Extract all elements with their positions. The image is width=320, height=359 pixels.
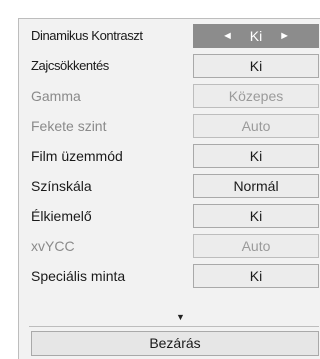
- setting-label: Zajcsökkentés: [31, 58, 109, 73]
- setting-label: Gamma: [31, 88, 81, 104]
- setting-value-button: Auto: [193, 114, 319, 138]
- setting-value-button[interactable]: ◄ Ki ►: [193, 24, 319, 48]
- setting-row-noise-reduction: Zajcsökkentés Ki: [19, 51, 320, 81]
- setting-label: Színskála: [31, 178, 92, 194]
- setting-value-button[interactable]: Normál: [193, 174, 319, 198]
- setting-row-gamma: Gamma Közepes: [19, 81, 320, 111]
- setting-row-film-mode: Film üzemmód Ki: [19, 141, 320, 171]
- setting-row-edge-enhancer: Élkiemelő Ki: [19, 201, 320, 231]
- scroll-down-arrow-icon[interactable]: ▼: [176, 311, 185, 323]
- setting-label: Élkiemelő: [31, 208, 92, 224]
- settings-panel: Dinamikus Kontraszt ◄ Ki ► Zajcsökkentés…: [18, 18, 320, 359]
- setting-label: Speciális minta: [31, 268, 126, 284]
- setting-label: Dinamikus Kontraszt: [31, 28, 143, 43]
- setting-value-button[interactable]: Ki: [193, 204, 319, 228]
- setting-label: Fekete szint: [31, 118, 107, 134]
- setting-value-button: Közepes: [193, 84, 319, 108]
- setting-row-dynamic-contrast: Dinamikus Kontraszt ◄ Ki ►: [19, 21, 320, 51]
- divider: [29, 326, 319, 327]
- setting-label: xvYCC: [31, 238, 75, 254]
- setting-value: Ki: [249, 28, 263, 44]
- close-button[interactable]: Bezárás: [31, 331, 319, 356]
- setting-label: Film üzemmód: [31, 148, 123, 164]
- setting-row-black-level: Fekete szint Auto: [19, 111, 320, 141]
- setting-row-xvycc: xvYCC Auto: [19, 231, 320, 261]
- setting-row-color-gamut: Színskála Normál: [19, 171, 320, 201]
- setting-row-expert-pattern: Speciális minta Ki: [19, 261, 320, 291]
- setting-value-button: Auto: [193, 234, 319, 258]
- setting-value-button[interactable]: Ki: [193, 144, 319, 168]
- arrow-left-icon[interactable]: ◄: [222, 25, 233, 47]
- setting-value-button[interactable]: Ki: [193, 264, 319, 288]
- arrow-right-icon[interactable]: ►: [279, 25, 290, 47]
- setting-value-button[interactable]: Ki: [193, 54, 319, 78]
